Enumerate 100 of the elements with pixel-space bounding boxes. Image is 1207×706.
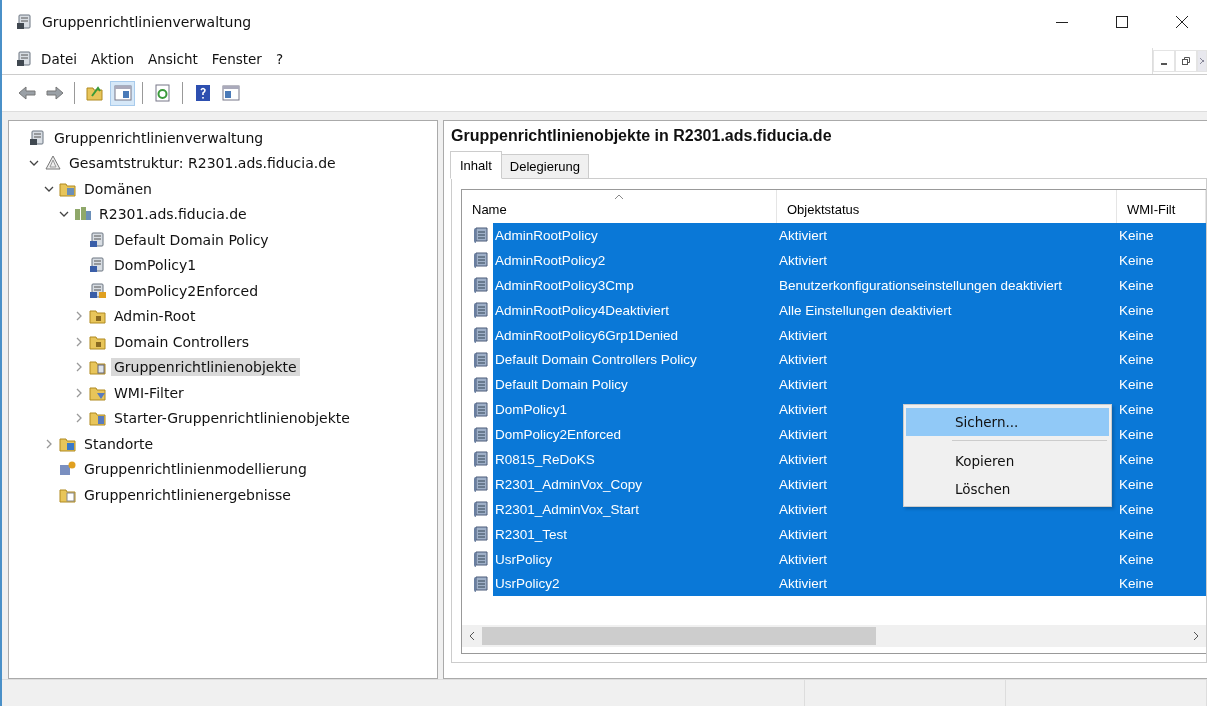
policy-icon xyxy=(472,574,490,593)
table-cell: Keine xyxy=(1119,551,1154,567)
app-icon xyxy=(16,50,34,68)
policy-icon xyxy=(472,375,490,394)
horizontal-scrollbar[interactable] xyxy=(462,625,1206,647)
table-cell: R2301_Test xyxy=(495,526,568,542)
table-row[interactable]: Default Domain Controllers Policy Aktiviert Keine xyxy=(493,347,1206,373)
tree-item[interactable]: WMI-Filter xyxy=(111,383,187,402)
table-cell: Aktiviert xyxy=(779,227,827,243)
show-tree-button[interactable] xyxy=(110,80,135,106)
folder-icon xyxy=(89,358,107,377)
tree-item[interactable]: Domain Controllers xyxy=(111,332,252,351)
policy-icon xyxy=(472,400,490,419)
table-cell: AdminRootPolicy3Cmp xyxy=(495,277,634,293)
policy-icon xyxy=(472,301,490,320)
table-row[interactable]: AdminRootPolicy3Cmp Benutzerkonfigurationseinstellungen deaktiviert Keine xyxy=(493,272,1206,298)
menu-item[interactable]: Sichern... xyxy=(906,408,1109,436)
tree-item[interactable]: DomPolicy2Enforced xyxy=(111,281,262,300)
table-cell: Keine xyxy=(1119,352,1154,368)
table-cell: Default Domain Policy xyxy=(495,377,628,393)
policy-link-icon xyxy=(89,230,107,249)
tab[interactable]: Delegierung xyxy=(500,154,589,179)
table-cell: Keine xyxy=(1119,476,1154,492)
table-cell: Keine xyxy=(1119,576,1154,592)
table-cell: Aktiviert xyxy=(779,402,827,418)
menu-item[interactable]: ? xyxy=(268,51,291,67)
table-cell: Keine xyxy=(1119,427,1154,443)
folder-up-icon xyxy=(85,84,104,102)
tree-item[interactable]: Gruppenrichtlinienmodellierung xyxy=(81,460,310,479)
tree-item[interactable]: Gesamtstruktur: R2301.ads.fiducia.de xyxy=(66,154,339,173)
tab[interactable]: Inhalt xyxy=(450,151,502,179)
panel-title: Gruppenrichtlinienobjekte in R2301.ads.fiducia.de xyxy=(451,127,833,145)
table-cell: Aktiviert xyxy=(779,327,827,343)
table-row[interactable]: UsrPolicy Aktiviert Keine xyxy=(493,546,1206,572)
app-icon xyxy=(16,13,34,31)
table-cell: Aktiviert xyxy=(779,576,827,592)
policy-icon xyxy=(472,425,490,444)
policy-link-icon xyxy=(89,281,107,300)
show-tree-icon xyxy=(113,84,132,102)
table-row[interactable]: AdminRootPolicy Aktiviert Keine xyxy=(493,223,1206,248)
table-row[interactable]: AdminRootPolicy2 Aktiviert Keine xyxy=(493,247,1206,273)
tree-item[interactable]: Starter-Gruppenrichtlinienobjekte xyxy=(111,409,353,428)
folder-icon xyxy=(89,409,107,428)
scroll-thumb[interactable] xyxy=(482,627,877,645)
table-cell: AdminRootPolicy xyxy=(495,227,598,243)
menu-item[interactable]: Aktion xyxy=(84,51,141,67)
menu-item[interactable]: Ansicht xyxy=(140,51,205,67)
table-cell: Aktiviert xyxy=(779,377,827,393)
table-cell: R2301_AdminVox_Copy xyxy=(495,476,643,492)
table-cell: Aktiviert xyxy=(779,427,827,443)
table-row[interactable]: AdminRootPolicy4Deaktiviert Alle Einstellungen deaktiviert Keine xyxy=(493,297,1206,323)
table-cell: Keine xyxy=(1119,227,1154,243)
minimize-button[interactable] xyxy=(1153,50,1175,72)
refresh-icon xyxy=(153,84,172,102)
table-cell: R2301_AdminVox_Start xyxy=(495,501,640,517)
close-icon xyxy=(1176,16,1188,28)
policy-link-icon xyxy=(89,256,107,275)
table-cell: Aktiviert xyxy=(779,252,827,268)
policy-icon xyxy=(472,550,490,568)
table-cell: Keine xyxy=(1119,377,1154,393)
tree-item[interactable]: Gruppenrichtlinienobjekte xyxy=(111,358,300,377)
forward-icon xyxy=(45,84,64,102)
table-cell: Alle Einstellungen deaktiviert xyxy=(779,302,952,318)
tree-item[interactable]: Admin-Root xyxy=(111,307,199,326)
policy-icon xyxy=(472,226,490,245)
back-icon xyxy=(17,84,36,102)
policy-icon xyxy=(472,450,490,469)
tree-item[interactable]: Default Domain Policy xyxy=(111,230,272,249)
policy-icon xyxy=(472,500,490,519)
table-row[interactable]: AdminRootPolicy6Grp1Denied Aktiviert Keine xyxy=(493,322,1206,348)
help-icon xyxy=(193,84,212,102)
menu-item[interactable]: Fenster xyxy=(204,51,269,67)
policy-icon xyxy=(472,276,490,295)
table-row[interactable]: R2301_Test Aktiviert Keine xyxy=(493,521,1206,547)
table-cell: UsrPolicy xyxy=(495,551,552,567)
table-cell: Keine xyxy=(1119,501,1154,517)
table-cell: Benutzerkonfigurationseinstellungen deaktiviert xyxy=(779,277,1062,293)
policy-icon xyxy=(472,350,490,369)
restore-icon xyxy=(1182,57,1190,65)
table-cell: Keine xyxy=(1119,402,1154,418)
scroll-left-icon[interactable] xyxy=(468,631,476,641)
table-cell: DomPolicy2Enforced xyxy=(495,427,622,443)
tree-item[interactable]: Gruppenrichtlinienergebnisse xyxy=(81,485,294,504)
restore-button[interactable] xyxy=(1175,50,1197,72)
table-cell: Keine xyxy=(1119,252,1154,268)
table-cell: Aktiviert xyxy=(779,451,827,467)
table-cell: Keine xyxy=(1119,302,1154,318)
tree-item[interactable]: Domänen xyxy=(81,179,155,198)
tree-item[interactable]: R2301.ads.fiducia.de xyxy=(96,205,250,224)
table-row[interactable]: UsrPolicy2 Aktiviert Keine xyxy=(493,571,1206,597)
table-cell: Aktiviert xyxy=(779,352,827,368)
menu-item[interactable]: Datei xyxy=(34,51,85,67)
scroll-right-icon[interactable] xyxy=(1192,631,1200,641)
table-cell: AdminRootPolicy2 xyxy=(495,252,606,268)
table-row[interactable]: Default Domain Policy Aktiviert Keine xyxy=(493,372,1206,398)
tree-item[interactable]: Standorte xyxy=(81,434,157,453)
table-cell: Keine xyxy=(1119,526,1154,542)
tree-item[interactable]: Gruppenrichtlinienverwaltung xyxy=(51,128,267,147)
show-pane-icon xyxy=(221,84,240,102)
tree-item[interactable]: DomPolicy1 xyxy=(111,256,200,275)
